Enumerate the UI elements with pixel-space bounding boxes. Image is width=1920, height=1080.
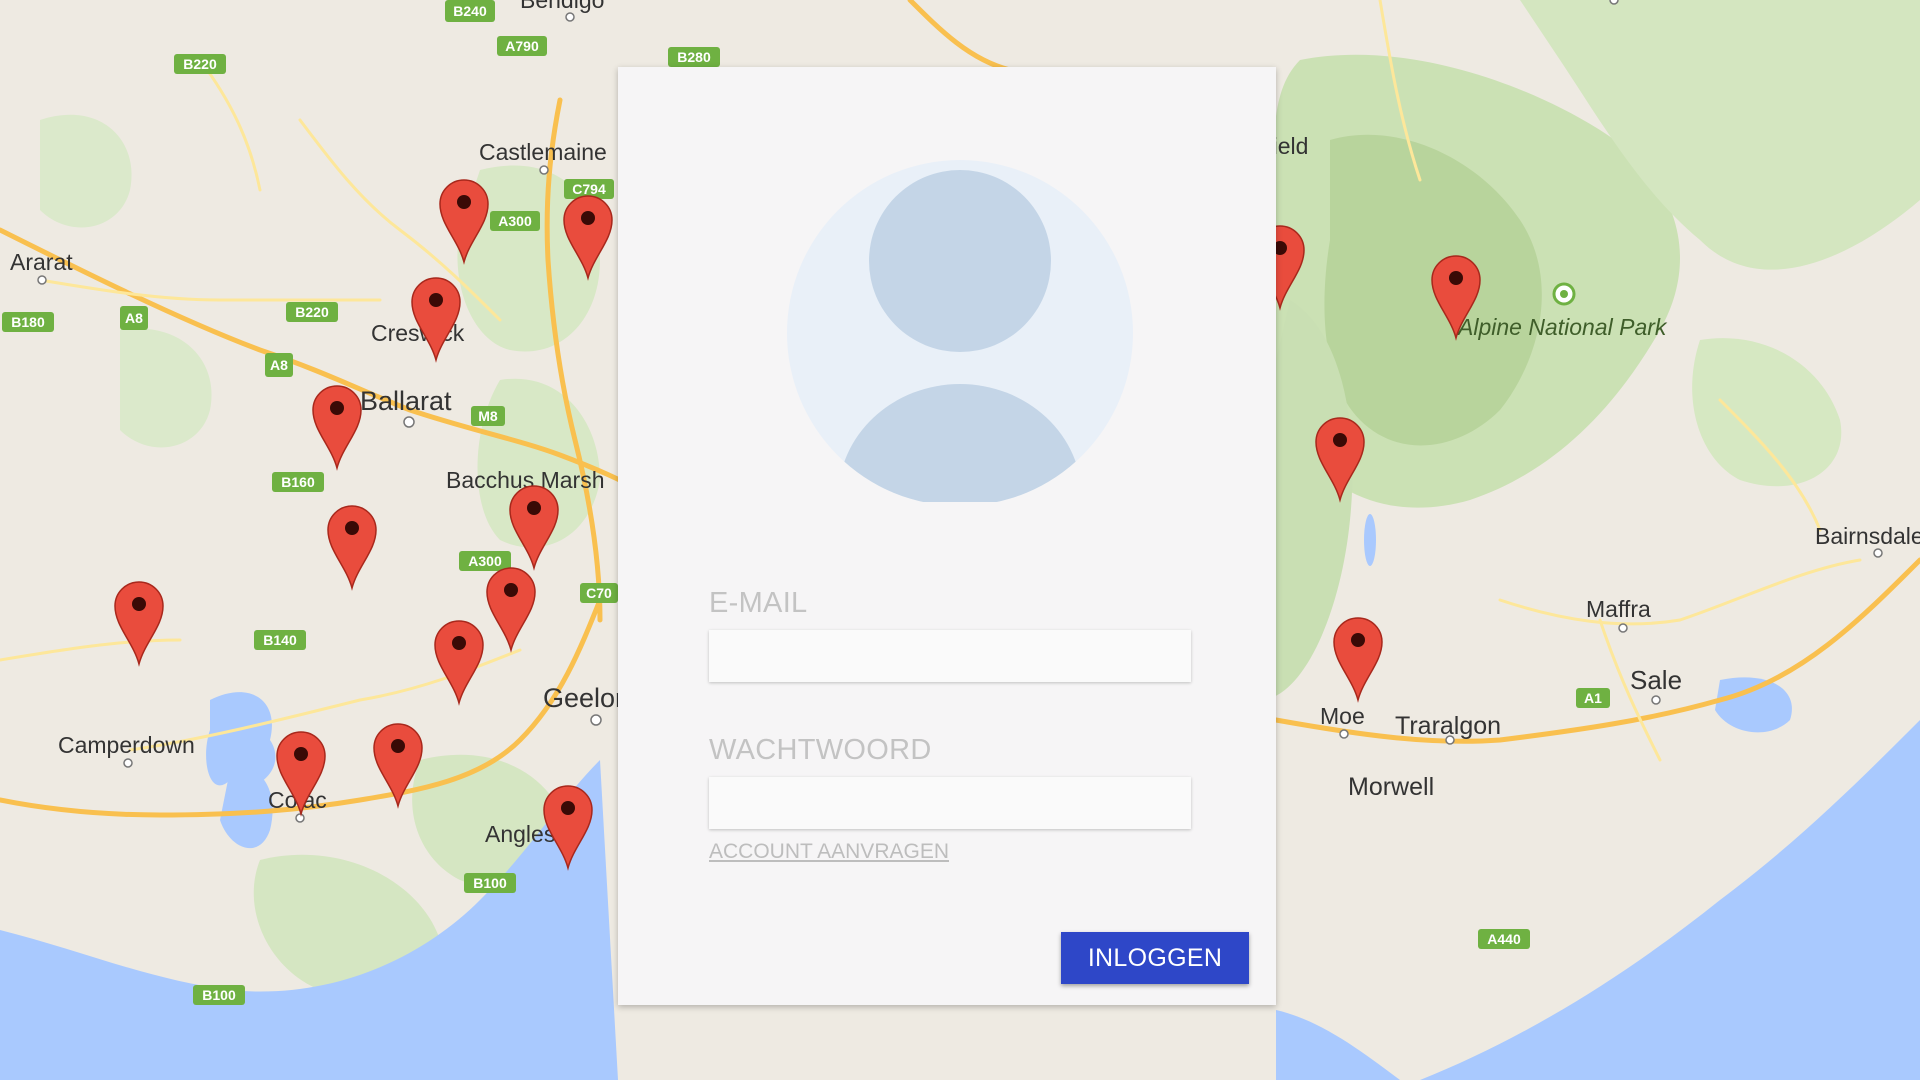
svg-text:A1: A1 [1584,690,1602,706]
map-label-bairnsdale: Bairnsdale [1815,523,1920,549]
svg-text:B140: B140 [263,632,297,648]
svg-text:B180: B180 [11,314,45,330]
map-label-castlemaine: Castlemaine [479,139,607,165]
map-label-alpine-national-park: Alpine National Park [1456,314,1668,340]
map-label-ararat: Ararat [10,249,73,275]
map-label-sale: Sale [1630,665,1682,695]
svg-text:A440: A440 [1487,931,1521,947]
svg-text:B160: B160 [281,474,315,490]
svg-text:A300: A300 [498,213,532,229]
svg-text:B280: B280 [677,49,711,65]
svg-text:A8: A8 [270,357,288,373]
svg-text:B100: B100 [473,875,507,891]
svg-text:C794: C794 [572,181,606,197]
svg-text:C70: C70 [586,585,612,601]
svg-text:B220: B220 [295,304,329,320]
svg-text:B100: B100 [202,987,236,1003]
request-account-link[interactable]: ACCOUNT AANVRAGEN [709,840,949,864]
login-button[interactable]: INLOGGEN [1061,932,1249,984]
email-field[interactable] [709,630,1191,682]
password-field[interactable] [709,777,1191,829]
svg-text:A790: A790 [505,38,539,54]
svg-text:M8: M8 [478,408,498,424]
map-label-morwell: Morwell [1348,773,1434,801]
map-label-bendigo: Bendigo [520,0,604,13]
map-label-camperdown: Camperdown [58,732,195,758]
svg-text:A300: A300 [468,553,502,569]
map-label-traralgon: Traralgon [1395,712,1501,740]
email-label: E-MAIL [709,587,808,619]
map-label-maffra: Maffra [1586,596,1651,622]
svg-text:B240: B240 [453,3,487,19]
password-label: WACHTWOORD [709,734,932,766]
map-label-ballarat: Ballarat [360,386,452,416]
svg-text:B220: B220 [183,56,217,72]
svg-text:A8: A8 [125,310,143,326]
map-label-moe: Moe [1320,703,1365,729]
user-avatar-icon [787,160,1133,506]
login-card: E-MAIL WACHTWOORD ACCOUNT AANVRAGEN INLO… [618,67,1276,1005]
